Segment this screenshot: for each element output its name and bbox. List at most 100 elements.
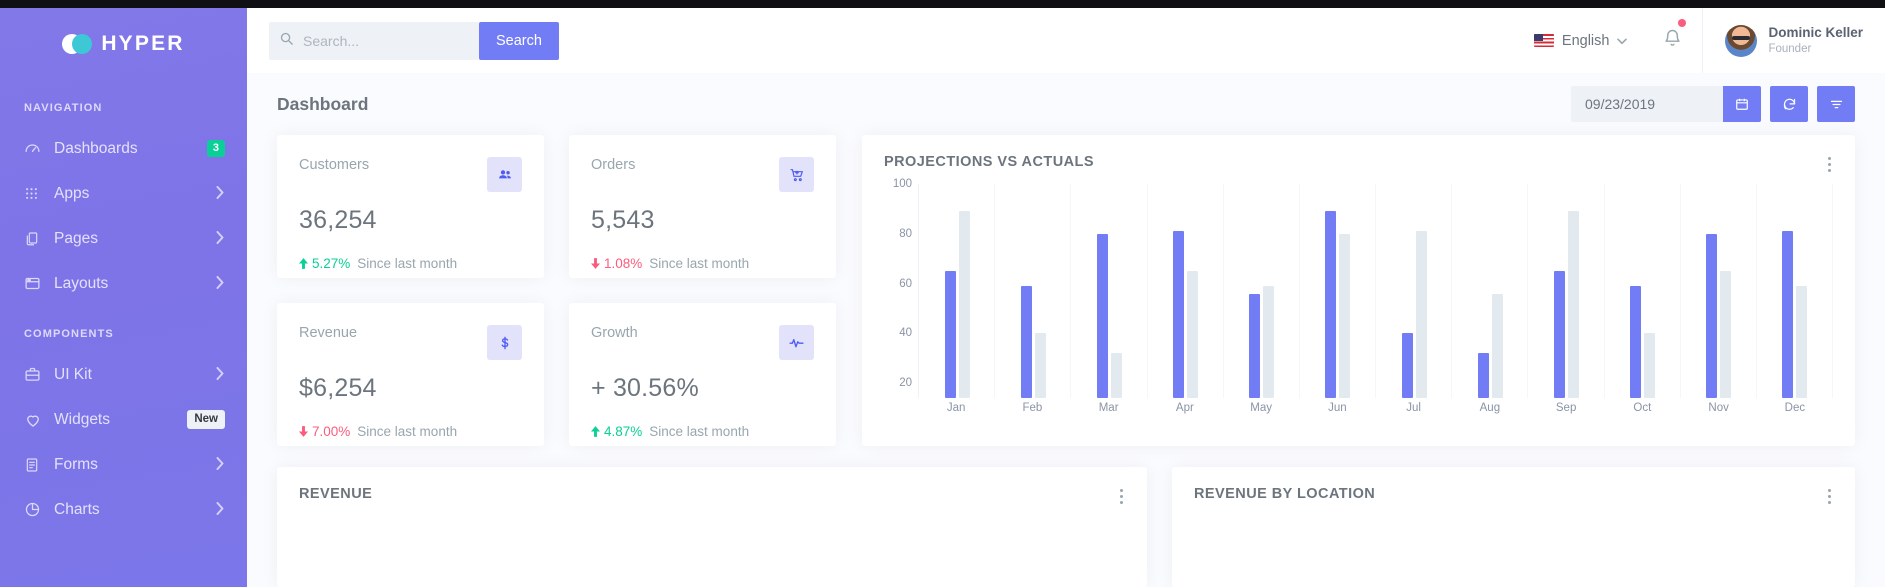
bar-projection[interactable] xyxy=(1477,353,1489,398)
bar-actual[interactable] xyxy=(1644,333,1656,398)
sidebar-item-dashboards[interactable]: Dashboards 3 xyxy=(0,126,247,171)
bar-projection[interactable] xyxy=(1096,233,1108,398)
widgets-new-badge: New xyxy=(187,410,225,429)
revenue-panel-menu-button[interactable] xyxy=(1118,489,1125,504)
y-axis-tick: 80 xyxy=(899,227,912,240)
date-input[interactable]: 09/23/2019 xyxy=(1571,86,1723,122)
bar-projection[interactable] xyxy=(1325,211,1337,398)
bar-projection[interactable] xyxy=(1173,231,1185,398)
x-axis-tick: Jul xyxy=(1406,402,1421,414)
pie-chart-icon xyxy=(24,501,50,518)
y-axis-tick: 40 xyxy=(899,327,912,340)
stat-value: $6,254 xyxy=(299,374,377,402)
x-axis-tick: Mar xyxy=(1098,402,1119,414)
bottom-panels-row: REVENUE REVENUE BY LOCATION xyxy=(247,467,1885,587)
notification-unread-dot xyxy=(1678,19,1687,27)
sidebar-item-widgets[interactable]: Widgets New xyxy=(0,397,247,442)
sidebar-item-label: Dashboards xyxy=(54,139,138,157)
projections-vs-actuals-card: PROJECTIONS VS ACTUALS 100 80 60 40 20 Jan Fe… xyxy=(862,135,1855,446)
bar-group xyxy=(1224,184,1300,398)
bar-group xyxy=(1681,184,1757,398)
refresh-button[interactable] xyxy=(1770,86,1808,122)
bar-actual[interactable] xyxy=(1491,293,1503,398)
filter-button[interactable] xyxy=(1817,86,1855,122)
stat-card-customers: Customers 36,254 5.27% Since last month xyxy=(277,135,544,278)
page-header: Dashboard 09/23/2019 xyxy=(247,73,1885,135)
bar-projection[interactable] xyxy=(1782,231,1794,398)
sidebar-section-components: COMPONENTS xyxy=(24,328,114,340)
bar-actual[interactable] xyxy=(1187,271,1199,398)
bar-actual[interactable] xyxy=(1339,233,1351,398)
bar-actual[interactable] xyxy=(1034,333,1046,398)
bar-projection[interactable] xyxy=(1020,286,1032,398)
language-selector[interactable]: English xyxy=(1518,33,1644,49)
copy-icon xyxy=(24,231,50,247)
stat-delta-since: Since last month xyxy=(649,424,750,439)
search-box[interactable] xyxy=(269,21,479,60)
bar-actual[interactable] xyxy=(1567,211,1579,398)
hyper-logo-icon xyxy=(62,34,93,54)
stat-value: 5,543 xyxy=(591,206,655,234)
bar-projection[interactable] xyxy=(1706,233,1718,398)
window-chrome-strip xyxy=(0,0,1885,8)
form-icon xyxy=(24,457,50,473)
us-flag-icon xyxy=(1533,34,1554,47)
calendar-button[interactable] xyxy=(1723,86,1761,122)
sidebar-item-apps[interactable]: Apps xyxy=(0,171,247,216)
search-group: Search xyxy=(269,21,559,60)
stat-delta-pct: 7.00% xyxy=(299,424,350,439)
window-icon xyxy=(24,275,50,292)
sidebar-item-charts[interactable]: Charts xyxy=(0,487,247,532)
bar-group xyxy=(919,184,995,398)
stat-title: Revenue xyxy=(299,325,358,341)
chevron-right-icon xyxy=(216,456,225,473)
notifications-button[interactable] xyxy=(1643,19,1702,53)
sidebar-item-ui-kit[interactable]: UI Kit xyxy=(0,352,247,397)
sidebar-item-forms[interactable]: Forms xyxy=(0,442,247,487)
y-axis-tick: 20 xyxy=(899,377,912,390)
bar-actual[interactable] xyxy=(1796,286,1808,398)
bar-actual[interactable] xyxy=(1415,231,1427,398)
brand-logo[interactable]: HYPER xyxy=(0,8,247,80)
bell-icon xyxy=(1663,29,1682,52)
bar-group xyxy=(1148,184,1224,398)
search-icon xyxy=(279,31,294,51)
stat-title: Orders xyxy=(591,157,636,173)
gauge-icon xyxy=(24,140,50,157)
bar-projection[interactable] xyxy=(1553,271,1565,398)
brand-name: HYPER xyxy=(101,32,185,55)
top-header: Search English xyxy=(247,8,1885,73)
bar-projection[interactable] xyxy=(1249,293,1261,398)
stat-value: 36,254 xyxy=(299,206,377,234)
sidebar-item-pages[interactable]: Pages xyxy=(0,216,247,261)
language-label: English xyxy=(1561,32,1610,49)
stat-value: + 30.56% xyxy=(591,374,699,402)
stat-card-revenue: Revenue $6,254 7.00% Since last month xyxy=(277,303,544,446)
plot-area xyxy=(918,184,1834,398)
revenue-by-location-menu-button[interactable] xyxy=(1826,489,1833,504)
search-input[interactable] xyxy=(303,32,469,49)
chevron-right-icon xyxy=(216,275,225,292)
bar-actual[interactable] xyxy=(1263,286,1275,398)
user-menu[interactable]: Dominic Keller Founder xyxy=(1702,8,1885,73)
stat-delta: 4.87% Since last month xyxy=(591,424,814,439)
stat-delta-since: Since last month xyxy=(357,256,458,271)
chevron-right-icon xyxy=(216,230,225,247)
sidebar-section-navigation: NAVIGATION xyxy=(24,102,103,114)
bar-actual[interactable] xyxy=(958,211,970,398)
bar-group xyxy=(1071,184,1147,398)
cart-icon xyxy=(779,157,814,192)
search-button[interactable]: Search xyxy=(479,21,559,60)
bar-projection[interactable] xyxy=(1401,333,1413,398)
bar-projection[interactable] xyxy=(1630,286,1642,398)
bar-actual[interactable] xyxy=(1720,271,1732,398)
bar-actual[interactable] xyxy=(1110,353,1122,398)
chart-menu-button[interactable] xyxy=(1826,157,1833,172)
revenue-panel: REVENUE xyxy=(277,467,1147,587)
bar-group xyxy=(1757,184,1833,398)
sidebar-item-layouts[interactable]: Layouts xyxy=(0,261,247,306)
stat-delta: 5.27% Since last month xyxy=(299,256,522,271)
dollar-icon xyxy=(487,325,522,360)
bar-projection[interactable] xyxy=(944,271,956,398)
users-icon xyxy=(487,157,522,192)
